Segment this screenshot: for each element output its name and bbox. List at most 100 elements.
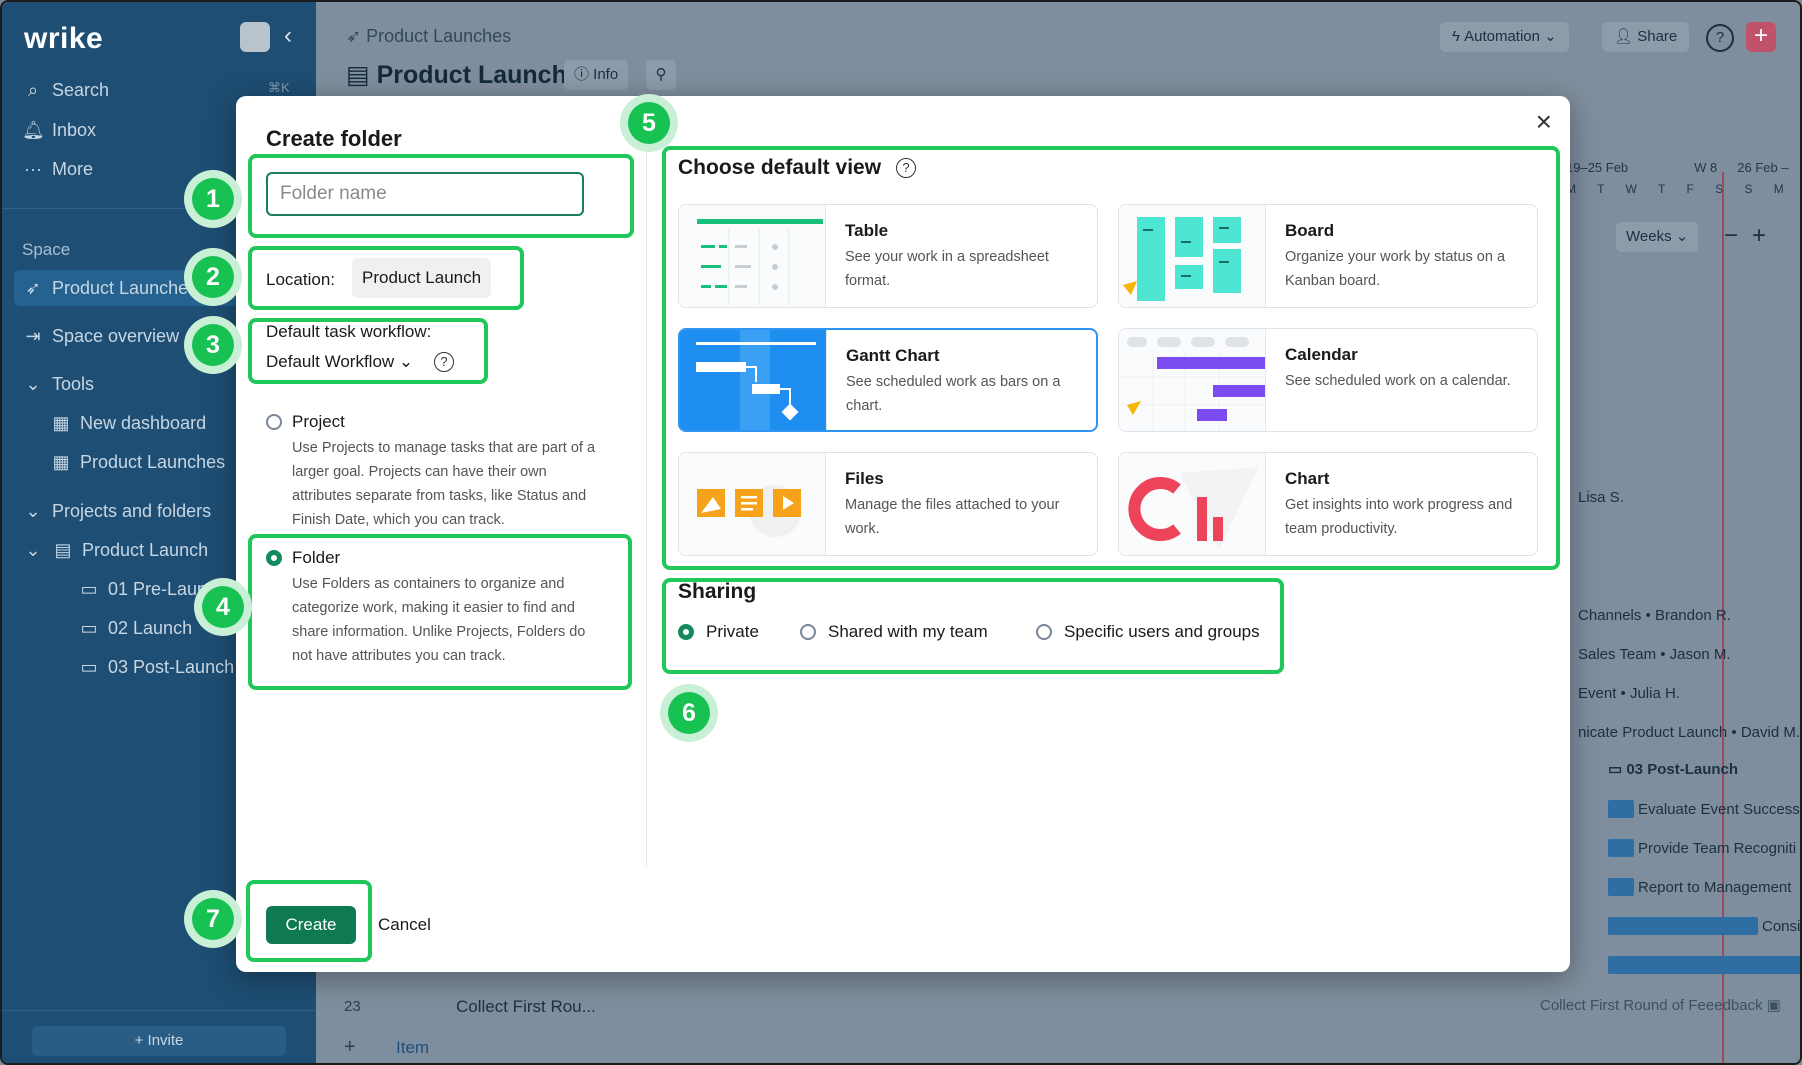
sidebar-item-product-launch[interactable]: ⌄ ▤ Product Launch [22,540,208,561]
zoom-controls[interactable]: −+ [1724,222,1780,250]
info-button[interactable]: ⓘ Info [564,60,629,90]
add-user-icon: + [134,1032,148,1049]
sharing-specific-radio[interactable] [1036,624,1052,640]
create-folder-modal: Create folder × Location: Product Launch… [236,96,1570,972]
sidebar-more[interactable]: ··· More [22,159,93,180]
row-number: 23 [344,998,361,1015]
view-name: Table [845,221,889,240]
gantt-task-label: Collect First Round of Feeedback ▣ [1540,997,1781,1014]
avatar[interactable] [240,22,270,52]
chevron-down-icon: ⌄ [394,352,414,371]
folder-icon: ▭ [80,618,98,638]
sharing-team-radio[interactable] [800,624,816,640]
folder-icon: ▭ [80,579,98,599]
sidebar-item-product-launches-tool[interactable]: ▦ Product Launches [50,452,225,473]
cancel-button[interactable]: Cancel [378,915,431,935]
modal-title: Create folder [266,126,402,151]
new-item-button[interactable]: + [1746,22,1776,52]
view-name: Files [845,469,884,488]
add-item-link[interactable]: Item [396,1038,429,1058]
view-desc: See scheduled work as bars on a chart. [846,374,1061,414]
add-row-icon[interactable]: + [344,1036,356,1059]
search-shortcut: ⌘K [268,80,290,95]
table-view-icon [679,205,826,307]
tools-label[interactable]: ⌄ Tools [22,374,94,395]
view-desc: Get insights into work progress and team… [1285,497,1513,537]
project-icon: ▤ [346,61,377,89]
view-name: Calendar [1285,345,1358,364]
view-card-board[interactable]: Board Organize your work by status on a … [1118,204,1538,308]
files-view-icon [679,453,826,555]
assignee-label: Channels • Brandon R. [1578,607,1731,624]
chevron-down-icon: ⌄ [1540,28,1557,45]
sharing-team-label[interactable]: Shared with my team [828,622,988,642]
sidebar-item-space-overview[interactable]: ⇥ Space overview [22,326,179,347]
view-card-chart[interactable]: Chart Get insights into work progress an… [1118,452,1538,556]
automation-button[interactable]: ϟ Automation ⌄ [1440,22,1569,52]
project-radio[interactable] [266,414,282,430]
more-icon: ··· [24,159,42,179]
gantt-task-label: Consi [1762,918,1801,935]
pin-icon[interactable]: ⚲ [646,60,676,90]
board-view-icon [1119,205,1266,307]
project-option-desc: Use Projects to manage tasks that are pa… [292,440,596,528]
chevron-down-icon: ⌄ [1671,228,1689,245]
page-title: ▤ Product Launch [346,61,567,89]
sidebar-item-folder-2[interactable]: ▭ 02 Launch [78,618,192,639]
sharing-private-label[interactable]: Private [706,622,759,642]
gantt-bar[interactable] [1608,917,1758,935]
sidebar-item-product-launches[interactable]: ➶ Product Launches [22,278,197,299]
collapse-sidebar-icon[interactable]: ‹ [284,22,292,50]
sidebar-item-folder-3[interactable]: ▭ 03 Post-Launch [78,657,234,678]
view-card-table[interactable]: Table See your work in a spreadsheet for… [678,204,1098,308]
view-card-gantt-chart[interactable]: Gantt Chart See scheduled work as bars o… [678,328,1098,432]
project-option-title: Project [292,412,345,431]
close-icon[interactable]: × [1536,106,1552,138]
gantt-bar[interactable] [1608,800,1634,818]
chart-view-icon [1119,453,1266,555]
arrow-icon: ⇥ [25,326,41,346]
gantt-bar[interactable] [1608,956,1800,974]
gantt-view-icon [680,330,827,430]
sidebar-item-folder-1[interactable]: ▭ 01 Pre-Launch [78,579,226,600]
view-card-files[interactable]: Files Manage the files attached to your … [678,452,1098,556]
space-label: Space [22,240,71,259]
gantt-task-label: Provide Team Recogniti [1638,840,1797,857]
create-button[interactable]: Create [266,906,356,944]
row-task-name[interactable]: Collect First Rou... [456,997,596,1017]
share-button[interactable]: 👤︎ Share [1602,22,1690,52]
help-icon[interactable]: ? [434,352,454,372]
gantt-bar[interactable] [1608,839,1634,857]
gantt-bar[interactable] [1608,878,1634,896]
sidebar-item-new-dashboard[interactable]: ▦ New dashboard [50,413,206,434]
assignee-label: Sales Team • Jason M. [1578,646,1731,663]
chevron-down-icon: ⌄ [25,501,41,521]
workflow-label: Default task workflow: [266,322,432,341]
gantt-task-label: Evaluate Event Success [1638,801,1800,818]
location-label: Location: [266,270,335,289]
view-name: Board [1285,221,1335,240]
help-icon[interactable]: ? [896,158,916,178]
workflow-select[interactable]: Default Workflow ⌄ [266,352,413,372]
help-icon[interactable]: ? [1706,24,1734,52]
sharing-private-radio[interactable] [678,624,694,640]
view-card-calendar[interactable]: Calendar See scheduled work on a calenda… [1118,328,1538,432]
view-desc: See your work in a spreadsheet format. [845,249,1049,289]
default-view-title: Choose default view [678,156,882,179]
bell-icon: 🔔︎ [22,120,45,140]
gantt-header: 19–25 Feb W 8 26 Feb – [1566,160,1789,175]
folder-radio[interactable] [266,550,282,566]
sharing-specific-label[interactable]: Specific users and groups [1064,622,1260,642]
assignee-label: nicate Product Launch • David M. [1578,724,1801,741]
user-icon: 👤︎ [1614,28,1638,45]
projects-label[interactable]: ⌄ Projects and folders [22,501,211,522]
folder-name-input[interactable] [266,172,584,216]
location-select[interactable]: Product Launch [352,258,492,298]
weeks-select[interactable]: Weeks ⌄ [1616,222,1699,252]
invite-button[interactable]: + Invite [32,1026,286,1056]
search-icon: ⌕ [27,80,39,100]
info-icon: ⓘ [574,66,594,83]
sidebar-inbox[interactable]: 🔔︎ Inbox [22,120,96,141]
sidebar-search[interactable]: ⌕ Search ⌘K [22,80,290,101]
breadcrumb[interactable]: ➶ Product Launches [346,26,511,47]
